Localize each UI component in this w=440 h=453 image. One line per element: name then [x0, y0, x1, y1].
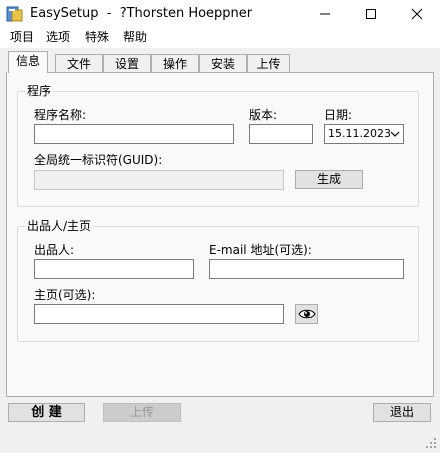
generate-guid-button[interactable]: 生成: [295, 170, 363, 189]
date-picker[interactable]: 15.11.2023: [324, 124, 404, 144]
menu-item-options[interactable]: 选项: [44, 28, 72, 48]
guid-label: 全局统一标识符(GUID):: [34, 153, 163, 167]
menu-item-project[interactable]: 项目: [8, 28, 36, 48]
eye-icon: [297, 309, 316, 324]
tab-install[interactable]: 安装: [199, 54, 247, 73]
tab-info[interactable]: 信息: [8, 51, 48, 74]
version-label: 版本:: [249, 108, 278, 122]
minimize-icon[interactable]: [302, 0, 348, 28]
close-icon[interactable]: [394, 0, 440, 28]
window-title: EasySetup - ?Thorsten Hoeppner: [30, 6, 253, 21]
date-label: 日期:: [324, 108, 353, 122]
date-value: 15.11.2023: [328, 127, 391, 140]
menu-item-special[interactable]: 特殊: [83, 28, 111, 48]
tab-upload[interactable]: 上传: [247, 54, 290, 73]
program-name-input[interactable]: [34, 124, 234, 144]
menu-bar: 项目 选项 特殊 帮助: [0, 28, 440, 48]
upload-button: 上传: [103, 403, 181, 422]
tab-actions[interactable]: 操作: [151, 54, 199, 73]
program-group-legend: 程序: [25, 84, 54, 98]
publisher-group-legend: 出品人/主页: [25, 219, 94, 233]
tab-files[interactable]: 文件: [55, 54, 103, 73]
program-name-label: 程序名称:: [34, 108, 87, 122]
version-input[interactable]: [249, 124, 313, 144]
publisher-input[interactable]: [34, 259, 194, 279]
menu-item-help[interactable]: 帮助: [121, 28, 149, 48]
tab-settings[interactable]: 设置: [103, 54, 151, 73]
maximize-icon[interactable]: [348, 0, 394, 28]
create-button[interactable]: 创 建: [8, 403, 85, 422]
exit-button[interactable]: 退出: [373, 403, 431, 422]
email-input[interactable]: [209, 259, 404, 279]
app-icon: [6, 5, 24, 23]
publisher-label: 出品人:: [34, 243, 75, 257]
homepage-input[interactable]: [34, 304, 284, 324]
email-label: E-mail 地址(可选):: [209, 243, 312, 257]
preview-homepage-button[interactable]: [295, 304, 318, 324]
guid-input: [34, 170, 284, 190]
resize-grip-icon[interactable]: [424, 436, 438, 450]
tab-divider: [48, 72, 434, 73]
chevron-down-icon[interactable]: [390, 126, 400, 148]
homepage-label: 主页(可选):: [34, 288, 96, 302]
